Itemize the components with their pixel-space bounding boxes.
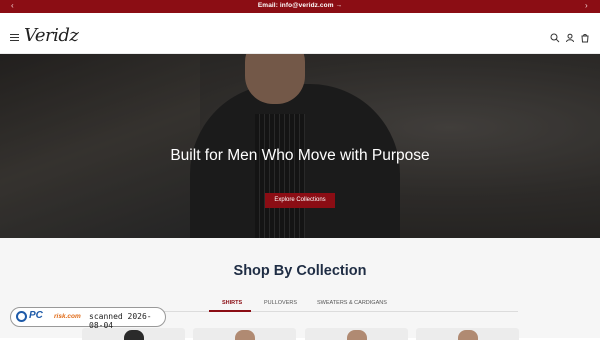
hero-banner: Built for Men Who Move with Purpose xyxy=(0,54,600,238)
tab-shirts[interactable]: SHIRTS xyxy=(222,300,242,306)
active-tab-indicator xyxy=(209,310,251,312)
badge-brand-risk: risk.com xyxy=(54,313,81,320)
badge-brand-pc: PC xyxy=(29,310,43,321)
announcement-bar: ‹ Email: info@veridz.com → › xyxy=(0,0,600,13)
explore-collections-button[interactable]: Explore Collections xyxy=(265,193,335,208)
product-card[interactable] xyxy=(193,328,296,340)
scan-badge: PC risk.com scanned 2026-08-04 xyxy=(10,307,166,330)
site-logo[interactable]: Veridz xyxy=(24,25,79,46)
tab-sweaters-cardigans[interactable]: SWEATERS & CARDIGANS xyxy=(317,300,387,306)
hamburger-icon[interactable] xyxy=(10,34,19,41)
tab-pullovers[interactable]: PULLOVERS xyxy=(264,300,297,306)
announcement-next-arrow[interactable]: › xyxy=(585,1,588,10)
badge-scan-date: scanned 2026-08-04 xyxy=(89,312,152,330)
announcement-text[interactable]: Email: info@veridz.com → xyxy=(0,2,600,9)
section-title: Shop By Collection xyxy=(233,263,367,279)
cart-icon[interactable] xyxy=(580,33,590,43)
search-icon[interactable] xyxy=(550,33,560,43)
site-header: Veridz xyxy=(0,13,600,54)
account-icon[interactable] xyxy=(565,33,575,43)
pcrisk-logo-icon xyxy=(16,311,27,322)
product-card[interactable] xyxy=(416,328,519,340)
hero-title: Built for Men Who Move with Purpose xyxy=(170,147,430,164)
product-card[interactable] xyxy=(305,328,408,340)
